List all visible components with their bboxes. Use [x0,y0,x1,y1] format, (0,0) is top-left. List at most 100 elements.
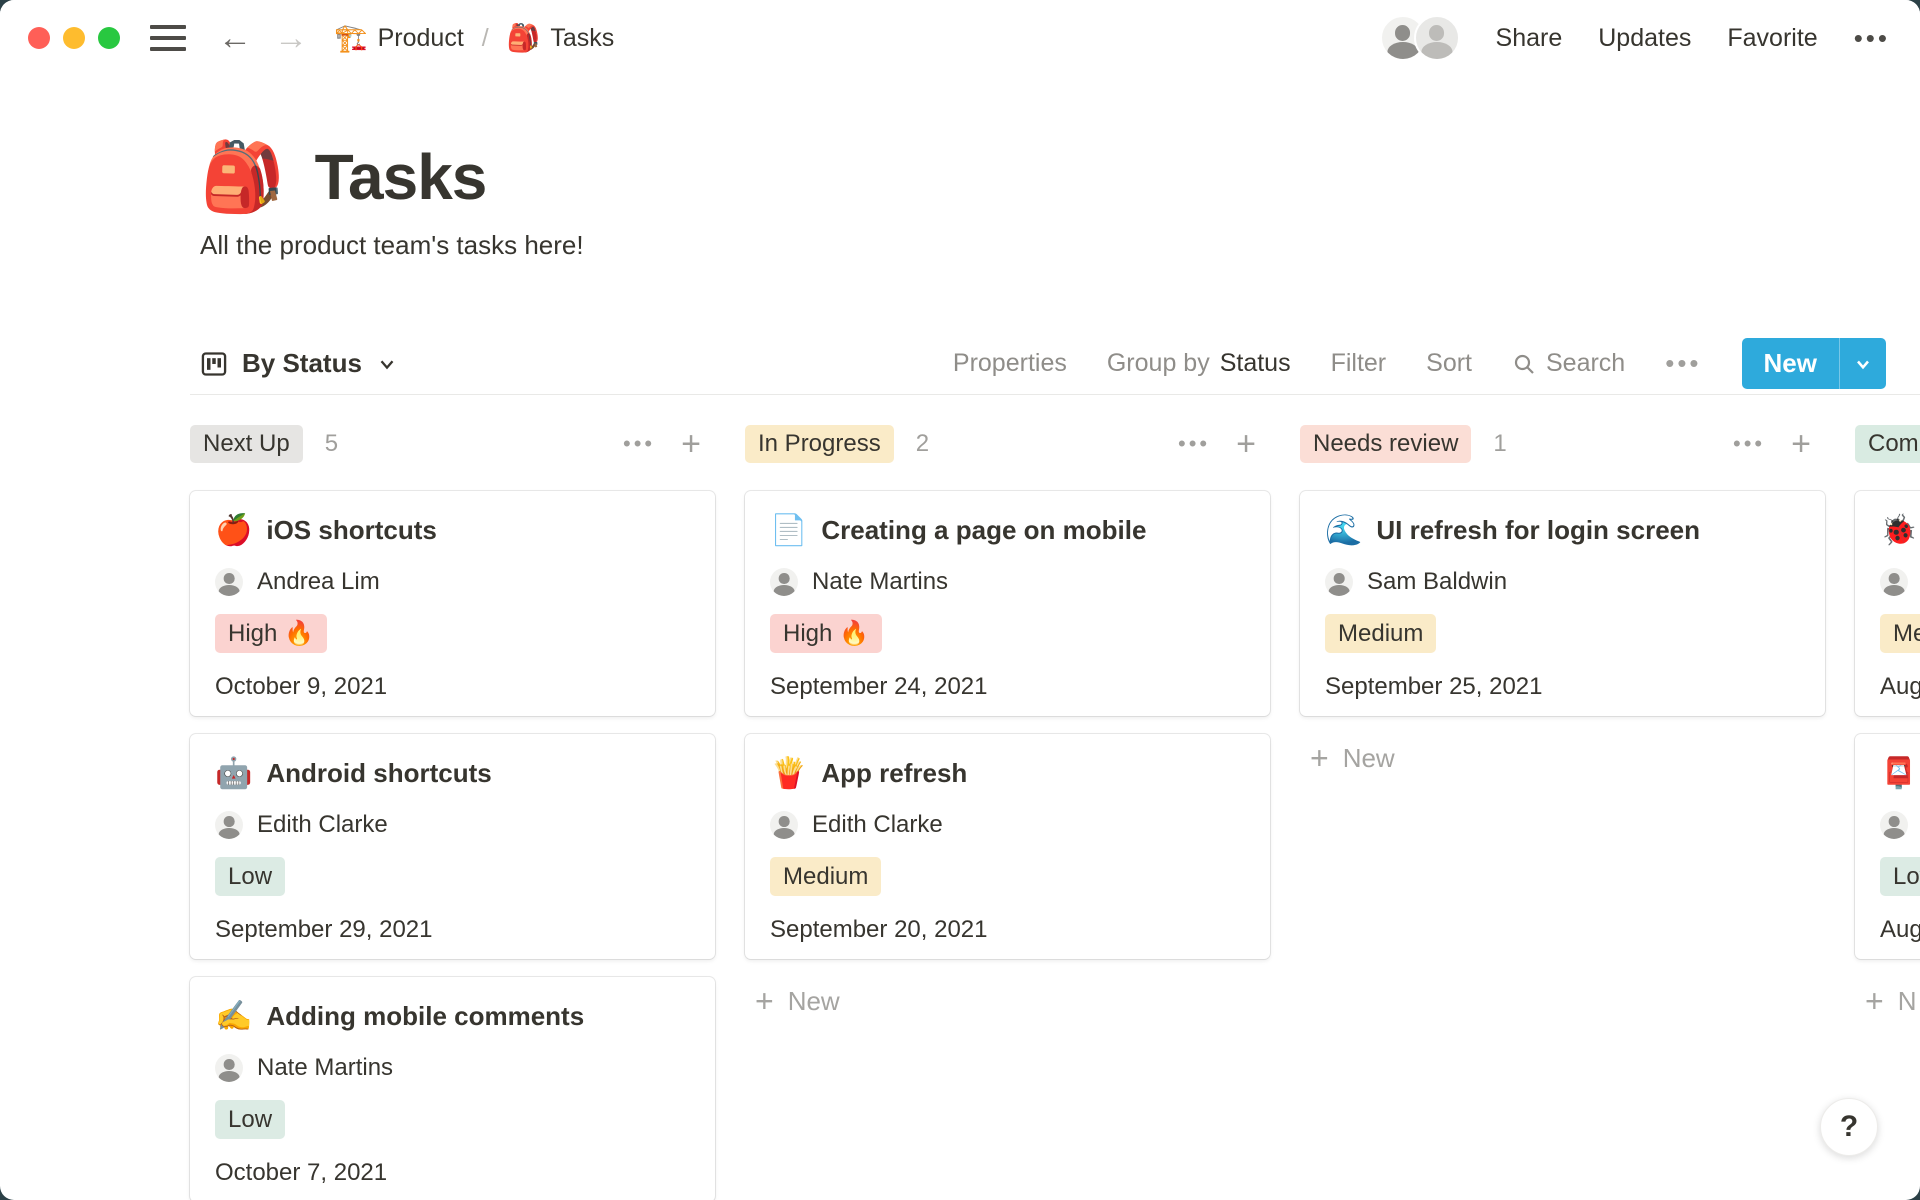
board-view-icon [200,350,228,378]
column-status-pill[interactable]: In Progress [745,425,894,463]
view-toolbar: By Status Properties Group by Status Fil… [190,333,1920,395]
plus-icon: + [1310,742,1329,774]
avatar [770,568,798,596]
task-card[interactable]: ✍️Adding mobile comments Nate Martins Lo… [190,977,715,1200]
view-name: By Status [242,348,362,379]
column-status-pill[interactable]: Com [1855,425,1920,463]
priority-badge: Medium [1325,614,1436,653]
share-button[interactable]: Share [1496,24,1563,53]
card-title: Creating a page on mobile [821,515,1146,546]
task-card[interactable]: 🤖Android shortcuts Edith Clarke Low Sept… [190,734,715,959]
column-next-up: Next Up 5 ••• + 🍎 iOS shortcuts Andrea Li… [190,425,715,1200]
back-icon[interactable]: ← [218,21,252,55]
column-count: 5 [325,430,338,458]
kanban-board: Next Up 5 ••• + 🍎 iOS shortcuts Andrea Li… [0,395,1920,1200]
due-date: October 9, 2021 [215,673,690,701]
sidebar-menu-icon[interactable] [150,25,186,51]
collaborator-avatars[interactable] [1380,15,1460,61]
breadcrumb: 🏗️ Product / 🎒 Tasks [334,22,614,54]
task-card[interactable]: 🐞D N Med Augu [1855,491,1920,716]
group-by-value: Status [1220,349,1291,378]
writing-hand-icon: ✍️ [215,1002,252,1032]
sort-button[interactable]: Sort [1426,349,1472,378]
more-options-icon[interactable]: ••• [1854,23,1890,54]
assignee-name: Edith Clarke [257,811,388,839]
task-card[interactable]: 🍟App refresh Edith Clarke Medium Septemb… [745,734,1270,959]
priority-badge: High 🔥 [215,614,327,653]
due-date: Augu [1880,916,1920,944]
column-status-pill[interactable]: Next Up [190,425,303,463]
top-bar: ← → 🏗️ Product / 🎒 Tasks Share Updates F… [0,0,1920,76]
task-card[interactable]: 📄Creating a page on mobile Nate Martins … [745,491,1270,716]
robot-icon: 🤖 [215,759,252,789]
page-title[interactable]: Tasks [315,140,487,214]
new-split-button: New [1742,338,1886,389]
favorite-button[interactable]: Favorite [1727,24,1817,53]
column-add-icon[interactable]: + [1791,427,1811,461]
view-more-options-icon[interactable]: ••• [1665,348,1701,379]
card-title: iOS shortcuts [266,515,436,546]
card-title: Adding mobile comments [266,1001,584,1032]
priority-badge: Med [1880,614,1920,653]
due-date: September 20, 2021 [770,916,1245,944]
zoom-window-icon[interactable] [98,27,120,49]
properties-button[interactable]: Properties [953,349,1067,378]
avatar [1880,811,1908,839]
column-status-pill[interactable]: Needs review [1300,425,1471,463]
column-add-icon[interactable]: + [1236,427,1256,461]
fries-icon: 🍟 [770,759,807,789]
apple-icon: 🍎 [215,516,252,546]
add-card-button[interactable]: + N [1855,977,1920,1025]
breadcrumb-item-product[interactable]: 🏗️ Product [334,22,464,54]
ladybug-icon: 🐞 [1880,516,1917,546]
add-card-label: New [788,986,840,1017]
new-button[interactable]: New [1742,338,1839,389]
assignee-name: Andrea Lim [257,568,380,596]
page-backpack-icon[interactable]: 🎒 [200,143,285,211]
task-card[interactable]: 📮E N Low Augu [1855,734,1920,959]
task-card[interactable]: 🌊UI refresh for login screen Sam Baldwin… [1300,491,1825,716]
column-more-icon[interactable]: ••• [623,431,655,457]
due-date: September 29, 2021 [215,916,690,944]
app-window: ← → 🏗️ Product / 🎒 Tasks Share Updates F… [0,0,1920,1200]
column-completed: Com 🐞D N Med Augu 📮E N Low Augu + N [1855,425,1920,1025]
card-title: App refresh [821,758,967,789]
breadcrumb-label: Product [378,24,464,53]
view-switcher[interactable]: By Status [200,348,398,379]
avatar [770,811,798,839]
priority-badge: Medium [770,857,881,896]
due-date: Augu [1880,673,1920,701]
column-count: 1 [1493,430,1506,458]
breadcrumb-item-tasks[interactable]: 🎒 Tasks [507,22,615,54]
postbox-icon: 📮 [1880,759,1917,789]
filter-button[interactable]: Filter [1331,349,1387,378]
page-subtitle[interactable]: All the product team's tasks here! [200,230,1920,261]
close-window-icon[interactable] [28,27,50,49]
new-button-dropdown[interactable] [1839,338,1886,389]
avatar [1880,568,1908,596]
minimize-window-icon[interactable] [63,27,85,49]
updates-button[interactable]: Updates [1598,24,1691,53]
help-button[interactable]: ? [1820,1098,1878,1156]
due-date: October 7, 2021 [215,1159,690,1187]
column-more-icon[interactable]: ••• [1178,431,1210,457]
priority-badge: Low [215,857,285,896]
column-more-icon[interactable]: ••• [1733,431,1765,457]
breadcrumb-separator: / [482,24,489,53]
task-card[interactable]: 🍎 iOS shortcuts Andrea Lim High 🔥 October… [190,491,715,716]
search-button[interactable]: Search [1512,349,1625,378]
priority-badge: Low [215,1100,285,1139]
due-date: September 24, 2021 [770,673,1245,701]
breadcrumb-label: Tasks [550,24,614,53]
group-by-button[interactable]: Group by Status [1107,349,1291,378]
add-card-button[interactable]: + New [745,977,1270,1025]
assignee-name: Sam Baldwin [1367,568,1507,596]
priority-badge: High 🔥 [770,614,882,653]
chevron-down-icon [1853,354,1873,374]
plus-icon: + [1865,985,1884,1017]
column-add-icon[interactable]: + [681,427,701,461]
construction-crane-icon: 🏗️ [334,22,368,54]
forward-icon[interactable]: → [274,21,308,55]
add-card-button[interactable]: + New [1300,734,1825,782]
chevron-down-icon [376,353,398,375]
